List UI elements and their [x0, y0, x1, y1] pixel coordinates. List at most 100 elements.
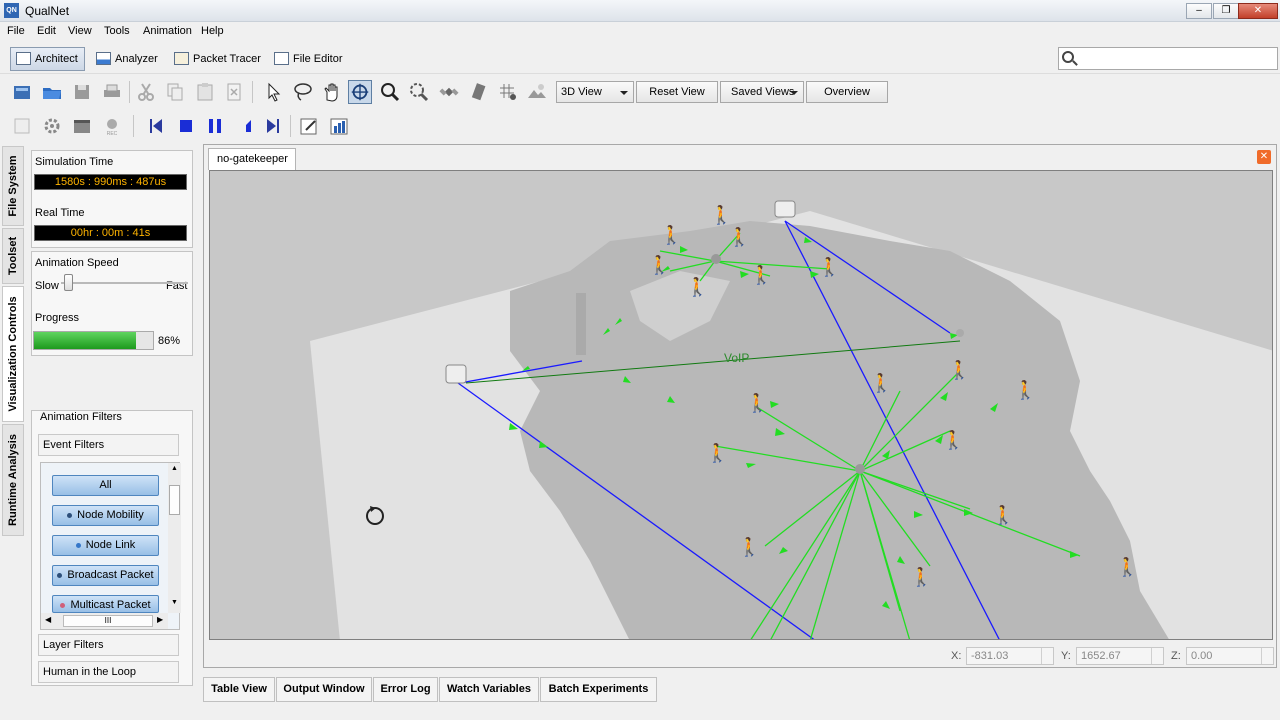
- filter-all-button[interactable]: All: [52, 475, 159, 496]
- grid-settings-icon[interactable]: [496, 80, 520, 104]
- select-pointer-icon[interactable]: [261, 80, 285, 104]
- overview-button[interactable]: Overview: [806, 81, 888, 103]
- print-icon[interactable]: [100, 80, 124, 104]
- edit-icon[interactable]: [297, 114, 321, 138]
- person-icon: 🚶: [728, 226, 750, 247]
- y-coordinate-field[interactable]: 1652.67: [1076, 647, 1164, 665]
- record-icon[interactable]: REC: [100, 114, 124, 138]
- simulation-time-display: 1580s : 990ms : 487us: [34, 174, 187, 190]
- menu-file[interactable]: File: [7, 25, 25, 37]
- slow-label: Slow: [35, 280, 59, 292]
- save-icon[interactable]: [70, 80, 94, 104]
- scroll-right-icon[interactable]: ▶: [157, 615, 163, 624]
- architect-label: Architect: [35, 53, 78, 65]
- menu-animation[interactable]: Animation: [143, 25, 192, 37]
- speed-slider-track[interactable]: [61, 282, 188, 284]
- animation-settings-icon[interactable]: [10, 114, 34, 138]
- view-mode-dropdown[interactable]: 3D View: [556, 81, 634, 103]
- paste-icon[interactable]: [193, 80, 217, 104]
- cut-icon[interactable]: [134, 80, 158, 104]
- lasso-icon[interactable]: [291, 80, 315, 104]
- new-scenario-icon[interactable]: [10, 80, 34, 104]
- event-filters-header[interactable]: Event Filters: [38, 434, 179, 456]
- tab-toolset[interactable]: Toolset: [2, 228, 24, 284]
- filter-list-vertical-scrollbar[interactable]: ▲ ▼: [168, 463, 181, 613]
- tab-error-log[interactable]: Error Log: [373, 677, 438, 702]
- pause-icon[interactable]: [203, 114, 227, 138]
- restore-button[interactable]: ❐: [1213, 3, 1239, 19]
- layer-filters-header[interactable]: Layer Filters: [38, 634, 179, 656]
- menu-tools[interactable]: Tools: [104, 25, 130, 37]
- view-mode-value: 3D View: [561, 86, 602, 98]
- zoom-box-icon[interactable]: [407, 80, 431, 104]
- y-spinner-icon[interactable]: [1151, 648, 1163, 664]
- x-spinner-icon[interactable]: [1041, 648, 1053, 664]
- z-coordinate-field[interactable]: 0.00: [1186, 647, 1274, 665]
- delete-icon[interactable]: [222, 80, 246, 104]
- scenario-tab[interactable]: no-gatekeeper: [208, 148, 296, 170]
- saved-views-dropdown[interactable]: Saved Views: [720, 81, 804, 103]
- tab-output-window[interactable]: Output Window: [276, 677, 372, 702]
- event-filter-list: All Node Mobility Node Link Broadcast Pa…: [40, 462, 181, 630]
- saved-views-label: Saved Views: [731, 86, 795, 98]
- person-icon: 🚶: [686, 276, 708, 297]
- filter-multicast-packet-button[interactable]: Multicast Packet: [52, 595, 159, 613]
- vertical-scroll-thumb[interactable]: [169, 485, 180, 515]
- close-scenario-icon[interactable]: ✕: [1257, 150, 1271, 164]
- search-box[interactable]: [1058, 47, 1278, 70]
- x-coordinate-field[interactable]: -831.03: [966, 647, 1054, 665]
- scroll-left-icon[interactable]: ◀: [45, 615, 51, 624]
- node-link-icon: [75, 542, 81, 548]
- satellite-icon[interactable]: [437, 80, 461, 104]
- tab-file-system[interactable]: File System: [2, 146, 24, 226]
- human-in-the-loop-header[interactable]: Human in the Loop: [38, 661, 179, 683]
- 3d-viewport[interactable]: VoIP 🚶 🚶 🚶 🚶 🚶 🚶 🚶 🚶 🚶 🚶 🚶 🚶 🚶 🚶 🚶 🚶 🚶: [209, 170, 1273, 640]
- z-coordinate-label: Z:: [1171, 650, 1181, 662]
- analyzer-perspective-button[interactable]: Analyzer: [90, 47, 165, 71]
- progress-label: Progress: [35, 312, 80, 324]
- minimize-button[interactable]: –: [1186, 3, 1212, 19]
- skip-forward-icon[interactable]: [261, 114, 285, 138]
- menu-view[interactable]: View: [68, 25, 92, 37]
- packet-tracer-perspective-button[interactable]: Packet Tracer: [168, 47, 268, 71]
- packet-tracer-label: Packet Tracer: [193, 53, 261, 65]
- horizontal-scroll-thumb[interactable]: III: [63, 615, 153, 627]
- stop-icon[interactable]: [174, 114, 198, 138]
- open-folder-icon[interactable]: [40, 80, 64, 104]
- file-editor-perspective-button[interactable]: File Editor: [268, 47, 350, 71]
- tab-watch-variables[interactable]: Watch Variables: [439, 677, 539, 702]
- filter-node-mobility-button[interactable]: Node Mobility: [52, 505, 159, 526]
- copy-icon[interactable]: [163, 80, 187, 104]
- search-input[interactable]: [1083, 50, 1273, 67]
- person-icon: 🚶: [648, 254, 670, 275]
- pan-hand-icon[interactable]: [320, 80, 344, 104]
- clapper-icon[interactable]: [70, 114, 94, 138]
- reset-view-button[interactable]: Reset View: [636, 81, 718, 103]
- z-spinner-icon[interactable]: [1261, 648, 1273, 664]
- scroll-up-icon[interactable]: ▲: [171, 465, 178, 472]
- network-visualization[interactable]: VoIP 🚶 🚶 🚶 🚶 🚶 🚶 🚶 🚶 🚶 🚶 🚶 🚶 🚶 🚶 🚶 🚶 🚶: [210, 171, 1273, 640]
- rotate-view-icon[interactable]: [348, 80, 372, 104]
- menu-help[interactable]: Help: [201, 25, 224, 37]
- gear-icon[interactable]: [40, 114, 64, 138]
- scroll-down-icon[interactable]: ▼: [171, 599, 178, 606]
- menu-edit[interactable]: Edit: [37, 25, 56, 37]
- stats-chart-icon[interactable]: [327, 114, 351, 138]
- tab-runtime-analysis[interactable]: Runtime Analysis: [2, 424, 24, 536]
- tab-batch-experiments[interactable]: Batch Experiments: [540, 677, 657, 702]
- speed-slider-thumb[interactable]: [64, 274, 74, 291]
- tab-visualization-controls[interactable]: Visualization Controls: [2, 286, 24, 422]
- zoom-icon[interactable]: [378, 80, 402, 104]
- animation-toolbar: REC: [0, 110, 1280, 142]
- skip-back-icon[interactable]: [144, 114, 168, 138]
- step-icon[interactable]: [232, 114, 256, 138]
- filter-broadcast-packet-button[interactable]: Broadcast Packet: [52, 565, 159, 586]
- filter-node-link-button[interactable]: Node Link: [52, 535, 159, 556]
- device-icon[interactable]: [466, 80, 490, 104]
- terrain-icon[interactable]: [525, 80, 549, 104]
- tab-table-view[interactable]: Table View: [203, 677, 275, 702]
- close-window-button[interactable]: ✕: [1238, 3, 1278, 19]
- filter-list-horizontal-scrollbar[interactable]: ◀ III ▶: [41, 613, 168, 629]
- progress-value: 86%: [158, 335, 181, 347]
- architect-perspective-button[interactable]: Architect: [10, 47, 85, 71]
